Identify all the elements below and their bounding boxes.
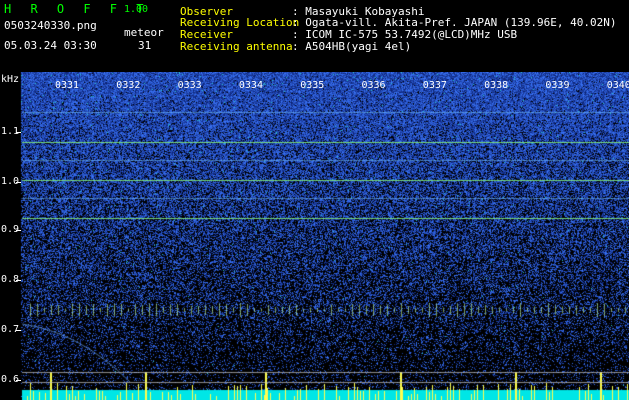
detection-label: meteor [124,26,164,39]
frequency-tick-mark [16,132,21,133]
frequency-tick-mark [16,230,21,231]
frequency-tick-mark [16,380,21,381]
antenna-value: : A504HB(yagi 4el) [292,40,412,53]
time-tick-label: 0331 [55,80,80,91]
frequency-tick-mark [16,280,21,281]
time-tick-label: 0332 [116,80,141,91]
time-tick-label: 0340 [606,80,629,91]
time-tick-label: 0334 [238,80,263,91]
meteor-count: 31 [138,39,152,52]
header-panel: H R O F F T 1.00 0503240330.png meteor 0… [0,0,629,72]
antenna-label: Receiving antenna [180,40,293,53]
time-tick-label: 0337 [422,80,447,91]
frequency-axis: kHz 1.1 1.0 0.9 0.8 0.7 0.6 [0,72,22,400]
spectrogram-canvas [0,72,629,400]
frequency-unit-label: kHz [1,74,20,85]
time-tick-label: 0339 [545,80,570,91]
frequency-tick-mark [16,182,21,183]
time-tick-label: 0338 [484,80,509,91]
datetime: 05.03.24 03:30 [4,39,97,52]
app-version: 1.00 [124,4,149,15]
frequency-tick-mark [16,330,21,331]
time-tick-label: 0333 [177,80,202,91]
time-tick-label: 0336 [361,80,386,91]
filename: 0503240330.png [4,19,97,32]
time-tick-label: 0335 [300,80,325,91]
